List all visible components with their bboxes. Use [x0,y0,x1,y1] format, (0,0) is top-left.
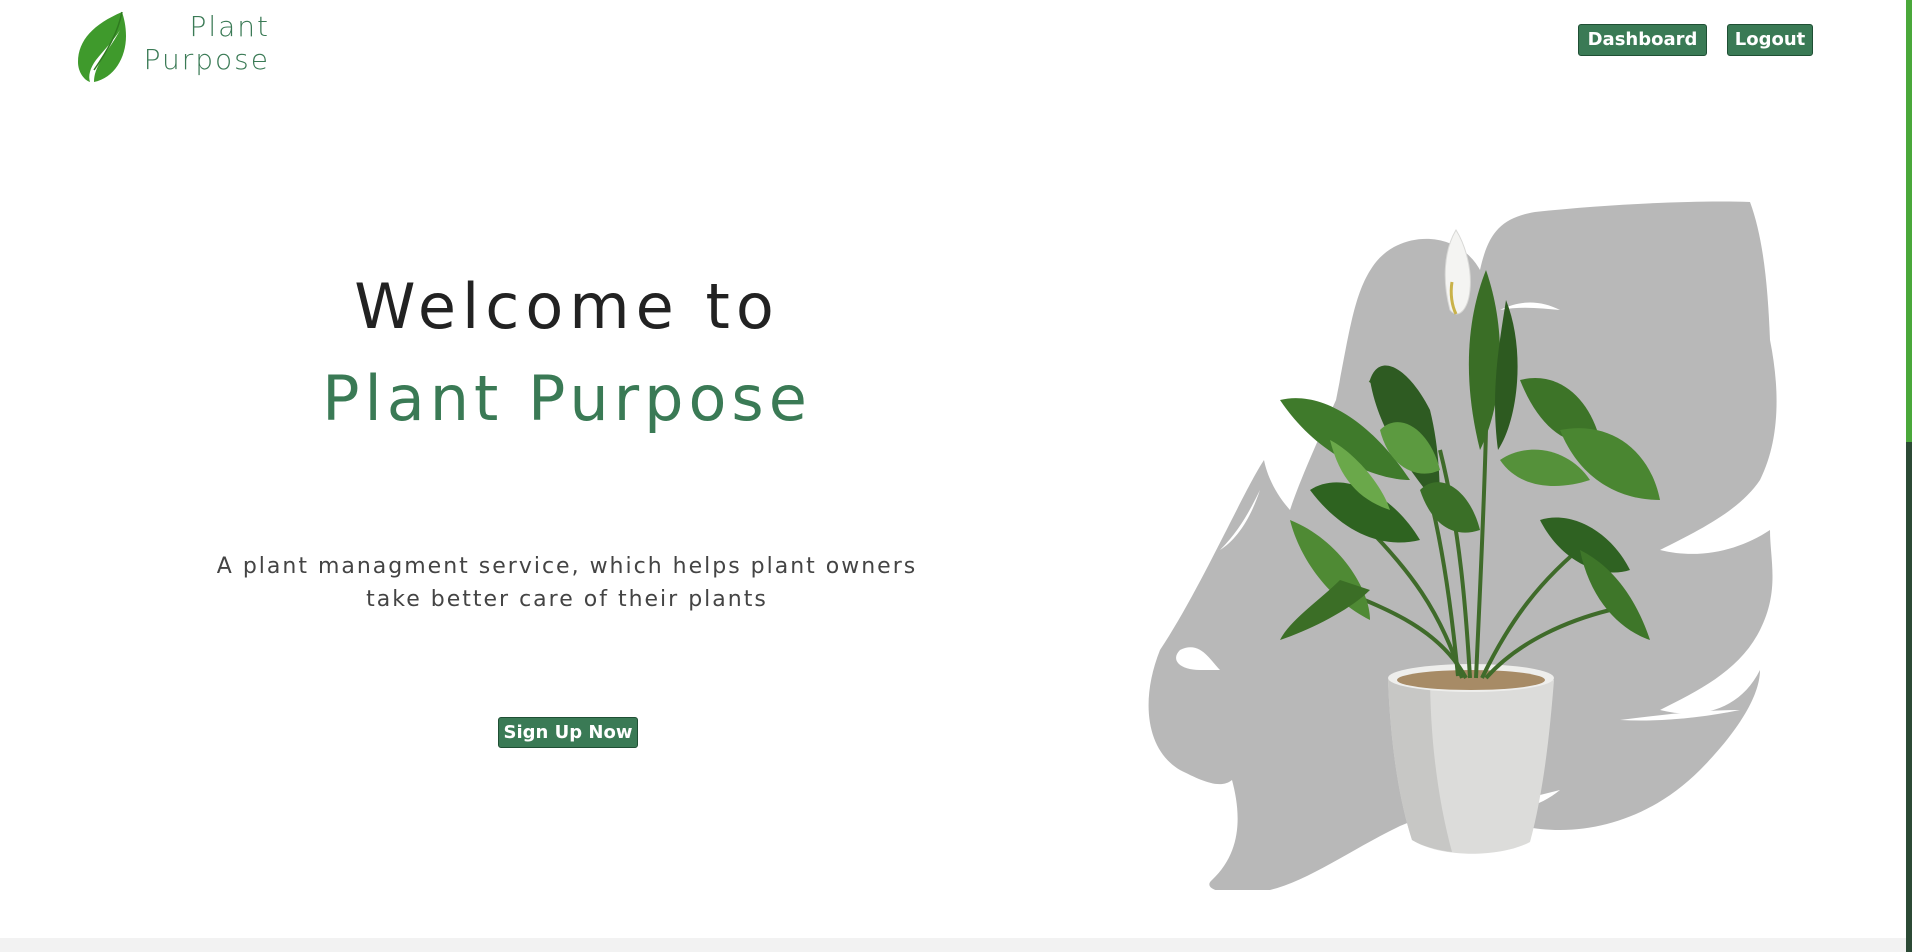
hero-title: Welcome to [354,270,780,343]
logo-wordmark: Plant Purpose [126,10,326,76]
logo[interactable]: Plant Purpose [74,8,268,82]
logout-button[interactable]: Logout [1727,24,1813,56]
sign-up-button[interactable]: Sign Up Now [498,717,638,748]
leaf-icon [78,11,126,82]
hero-illustration [1148,201,1777,890]
landing-page: Plant Purpose Dashboard Logout Welcome t… [0,0,1912,952]
hero-description: A plant managment service, which helps p… [216,554,918,612]
logo-line-2: Purpose [143,43,270,76]
dashboard-button[interactable]: Dashboard [1578,24,1707,56]
hero-brand-name: Plant Purpose [322,362,812,435]
logo-line-1: Plant [189,10,270,43]
scrollbar-thumb[interactable] [1906,0,1912,442]
page-scrollbar[interactable] [1906,0,1912,952]
footer-edge [0,938,1906,952]
